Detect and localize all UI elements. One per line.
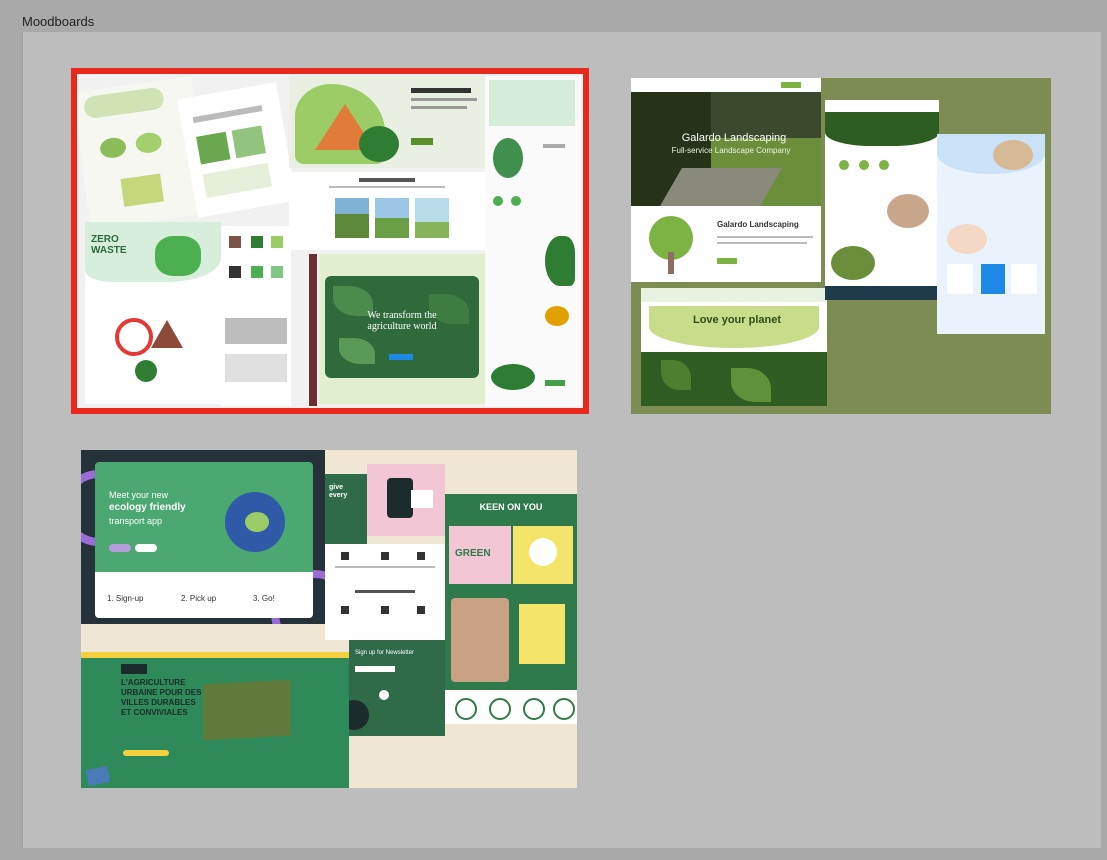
keen-heading: KEEN ON YOU (479, 502, 543, 512)
image-tile (937, 134, 1045, 334)
moodboard-3[interactable]: Meet your new ecology friendly transport… (81, 450, 577, 788)
image-tile: give every (325, 474, 367, 544)
moodboard-1[interactable]: ZERO WASTE We transform the agriculture … (77, 74, 583, 408)
image-tile (325, 544, 445, 640)
image-tile: Sign up for Newsletter (349, 640, 445, 736)
planet-heading: Love your planet (692, 314, 782, 326)
image-tile (825, 100, 939, 300)
eco-line-3: transport app (109, 516, 163, 526)
agri-line-4: ET CONVIVIALES (121, 708, 188, 717)
image-tile: Galardo Landscaping Full-service Landsca… (631, 78, 821, 206)
canvas[interactable]: ZERO WASTE We transform the agriculture … (22, 32, 1101, 848)
agri-line-3: VILLES DURABLES (121, 698, 196, 707)
newsletter-heading: Sign up for Newsletter (355, 650, 415, 656)
image-tile: ZERO WASTE (85, 222, 221, 404)
eco-line-2: ecology friendly (109, 502, 186, 513)
step-2: 2. Pick up (181, 594, 217, 603)
hero-title: Galardo Landscaping (681, 132, 787, 144)
image-tile (445, 690, 577, 724)
image-tile (289, 172, 485, 250)
image-tile: KEEN ON YOU GREEN (445, 494, 577, 690)
agri-line-2: URBAINE POUR DES (121, 688, 202, 697)
image-tile: L'AGRICULTURE URBAINE POUR DES VILLES DU… (81, 652, 349, 788)
step-3: 3. Go! (253, 594, 275, 603)
agri-line-1: L'AGRICULTURE (121, 678, 186, 687)
zero-waste-heading: ZERO WASTE (91, 234, 127, 256)
image-tile (221, 226, 291, 406)
eco-line-1: Meet your new (109, 490, 169, 500)
image-tile: We transform the agriculture world (319, 254, 485, 404)
image-tile (485, 76, 581, 406)
give-heading: give every (329, 484, 348, 499)
hero-heading: We transform the agriculture world (367, 310, 437, 332)
image-tile: Galardo Landscaping (631, 206, 821, 282)
green-badge: GREEN (455, 548, 491, 559)
frame-title[interactable]: Moodboards (22, 14, 94, 29)
image-tile: Love your planet (641, 288, 827, 406)
image-tile (289, 76, 485, 168)
divider (309, 254, 317, 406)
about-title: Galardo Landscaping (717, 220, 799, 229)
image-tile (367, 464, 445, 536)
hero-subtitle: Full-service Landscape Company (671, 146, 791, 155)
moodboard-2[interactable]: Galardo Landscaping Full-service Landsca… (631, 78, 1051, 414)
step-1: 1. Sign-up (107, 594, 144, 603)
image-tile: Meet your new ecology friendly transport… (95, 462, 313, 618)
image-tile (177, 82, 297, 218)
